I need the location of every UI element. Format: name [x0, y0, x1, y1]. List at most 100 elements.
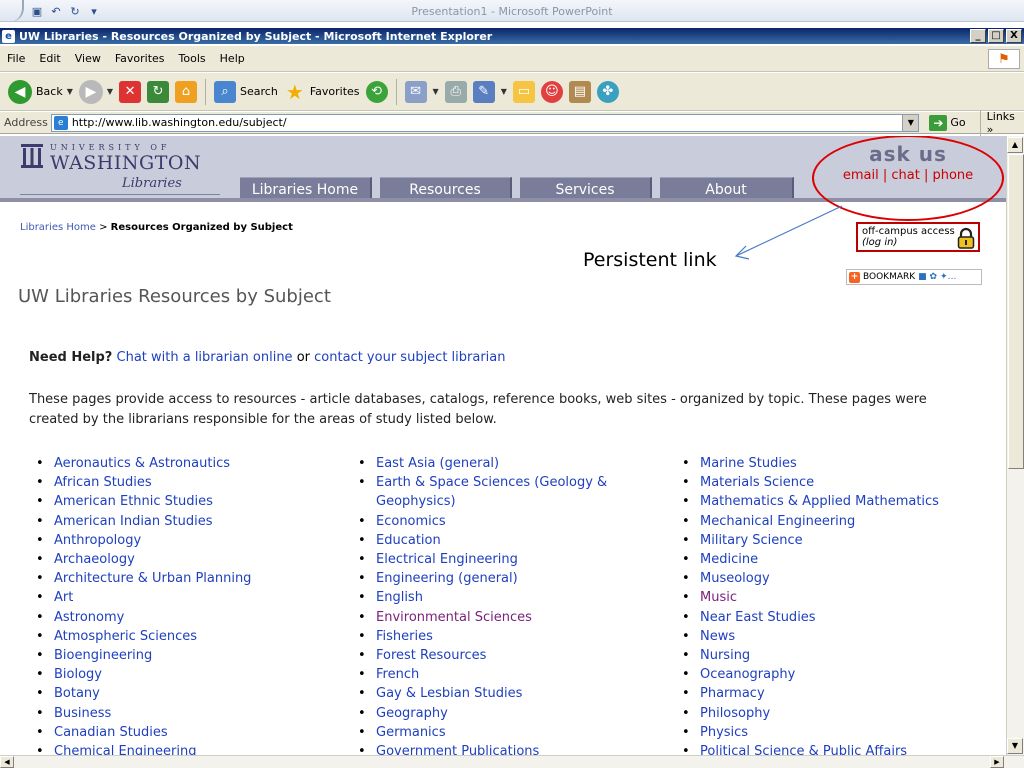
subject-link[interactable]: Anthropology: [29, 531, 251, 550]
subject-link[interactable]: Philosophy: [675, 704, 939, 723]
history-icon[interactable]: ⟲: [365, 80, 388, 103]
subject-link[interactable]: Nursing: [675, 646, 939, 665]
refresh-icon[interactable]: ↻: [147, 80, 170, 103]
address-url[interactable]: http://www.lib.washington.edu/subject/: [72, 116, 287, 129]
subject-link[interactable]: Architecture & Urban Planning: [29, 569, 251, 588]
folder-icon[interactable]: ▭: [512, 80, 535, 103]
off-campus-access-button[interactable]: off-campus access (log in): [856, 222, 980, 252]
subject-link[interactable]: Chemical Engineering: [29, 742, 251, 755]
scroll-right-icon[interactable]: ▶: [990, 756, 1004, 768]
subject-link[interactable]: Germanics: [351, 723, 607, 742]
messenger-icon[interactable]: ☺: [540, 80, 563, 103]
subject-link[interactable]: English: [351, 588, 607, 607]
subject-link[interactable]: Music: [675, 588, 939, 607]
uw-libraries-logo[interactable]: UNIVERSITY OF WASHINGTON Libraries: [20, 141, 220, 197]
back-dropdown-icon[interactable]: ▼: [67, 87, 73, 96]
subject-link[interactable]: Fisheries: [351, 627, 607, 646]
subject-link[interactable]: Engineering (general): [351, 569, 607, 588]
subject-link[interactable]: Business: [29, 704, 251, 723]
go-button[interactable]: ➔ Go: [929, 114, 966, 131]
subject-link[interactable]: Military Science: [675, 531, 939, 550]
toolbar-separator: [205, 78, 207, 105]
home-icon[interactable]: ⌂: [175, 80, 198, 103]
back-button[interactable]: ◀ Back ▼: [8, 79, 73, 104]
subject-link[interactable]: American Ethnic Studies: [29, 492, 251, 511]
subject-link[interactable]: Canadian Studies: [29, 723, 251, 742]
research-icon[interactable]: ▤: [568, 80, 591, 103]
subject-link[interactable]: Geography: [351, 704, 607, 723]
menu-edit[interactable]: Edit: [32, 52, 67, 65]
links-button[interactable]: Links »: [979, 109, 1024, 136]
subject-link[interactable]: Pharmacy: [675, 684, 939, 703]
bookmark-button[interactable]: + BOOKMARK ■ ✿ ✦…: [846, 269, 982, 285]
subject-link[interactable]: Mechanical Engineering: [675, 512, 939, 531]
subject-link[interactable]: Mathematics & Applied Mathematics: [675, 492, 939, 511]
msn-icon[interactable]: ✤: [596, 80, 619, 103]
favorites-button[interactable]: ★ Favorites: [284, 80, 360, 104]
subject-link[interactable]: Art: [29, 588, 251, 607]
close-button[interactable]: X: [1006, 29, 1022, 43]
page-icon: e: [53, 115, 68, 130]
subject-link[interactable]: French: [351, 665, 607, 684]
subject-link[interactable]: Archaeology: [29, 550, 251, 569]
logo-washington: WASHINGTON: [50, 152, 202, 174]
scroll-up-icon[interactable]: ▲: [1007, 137, 1023, 153]
bookmark-plus-icon: +: [849, 271, 860, 283]
subject-link[interactable]: Medicine: [675, 550, 939, 569]
subject-link[interactable]: Astronomy: [29, 608, 251, 627]
edit-icon[interactable]: ✎: [472, 80, 495, 103]
print-icon[interactable]: ⎙: [444, 80, 467, 103]
subject-link[interactable]: Government Publications: [351, 742, 607, 755]
subject-link[interactable]: Education: [351, 531, 607, 550]
subject-link[interactable]: Materials Science: [675, 473, 939, 492]
forward-dropdown-icon[interactable]: ▼: [107, 87, 113, 96]
subject-link[interactable]: Botany: [29, 684, 251, 703]
subject-link[interactable]: Forest Resources: [351, 646, 607, 665]
mail-dropdown-icon[interactable]: ▼: [433, 87, 439, 96]
subject-link[interactable]: East Asia (general): [351, 454, 607, 473]
vertical-scrollbar[interactable]: ▲ ▼: [1006, 136, 1024, 755]
subject-link[interactable]: African Studies: [29, 473, 251, 492]
subject-link[interactable]: Aeronautics & Astronautics: [29, 454, 251, 473]
address-dropdown-icon[interactable]: ▼: [902, 114, 919, 131]
subject-link[interactable]: Political Science & Public Affairs: [675, 742, 939, 755]
subject-link[interactable]: Electrical Engineering: [351, 550, 607, 569]
subject-list-col1: Aeronautics & Astronautics African Studi…: [29, 454, 251, 755]
menu-tools[interactable]: Tools: [172, 52, 213, 65]
menu-favorites[interactable]: Favorites: [108, 52, 172, 65]
scroll-thumb[interactable]: [1008, 154, 1024, 469]
subject-link[interactable]: Gay & Lesbian Studies: [351, 684, 607, 703]
mail-icon[interactable]: ✉: [404, 80, 427, 103]
subject-link[interactable]: Environmental Sciences: [351, 608, 607, 627]
stop-icon[interactable]: ✕: [119, 80, 142, 103]
menu-view[interactable]: View: [68, 52, 108, 65]
subject-link[interactable]: Near East Studies: [675, 608, 939, 627]
subject-link[interactable]: Museology: [675, 569, 939, 588]
subject-link[interactable]: Economics: [351, 512, 607, 531]
menu-file[interactable]: File: [0, 52, 32, 65]
subject-link[interactable]: News: [675, 627, 939, 646]
subject-link[interactable]: Biology: [29, 665, 251, 684]
subject-link[interactable]: Earth & Space Sciences (Geology &: [351, 473, 607, 492]
menu-help[interactable]: Help: [213, 52, 252, 65]
subject-link[interactable]: Physics: [675, 723, 939, 742]
search-button[interactable]: ⌕ Search: [214, 80, 278, 103]
subject-link[interactable]: American Indian Studies: [29, 512, 251, 531]
subject-link-continued[interactable]: Geophysics): [351, 492, 607, 511]
minimize-button[interactable]: _: [970, 29, 986, 43]
scroll-down-icon[interactable]: ▼: [1007, 738, 1023, 754]
contact-librarian-link[interactable]: contact your subject librarian: [314, 350, 505, 365]
horizontal-scrollbar[interactable]: ◀ ▶: [0, 755, 1024, 768]
edit-dropdown-icon[interactable]: ▼: [501, 87, 507, 96]
maximize-button[interactable]: □: [988, 29, 1004, 43]
address-input[interactable]: e http://www.lib.washington.edu/subject/…: [50, 113, 920, 132]
subject-link[interactable]: Bioengineering: [29, 646, 251, 665]
scroll-left-icon[interactable]: ◀: [0, 756, 14, 768]
breadcrumb-home-link[interactable]: Libraries Home: [20, 222, 96, 233]
subject-link[interactable]: Atmospheric Sciences: [29, 627, 251, 646]
forward-button[interactable]: ▶ ▼: [78, 79, 113, 104]
subject-link[interactable]: Marine Studies: [675, 454, 939, 473]
window-title: UW Libraries - Resources Organized by Su…: [19, 29, 493, 43]
chat-librarian-link[interactable]: Chat with a librarian online: [117, 350, 293, 365]
subject-link[interactable]: Oceanography: [675, 665, 939, 684]
